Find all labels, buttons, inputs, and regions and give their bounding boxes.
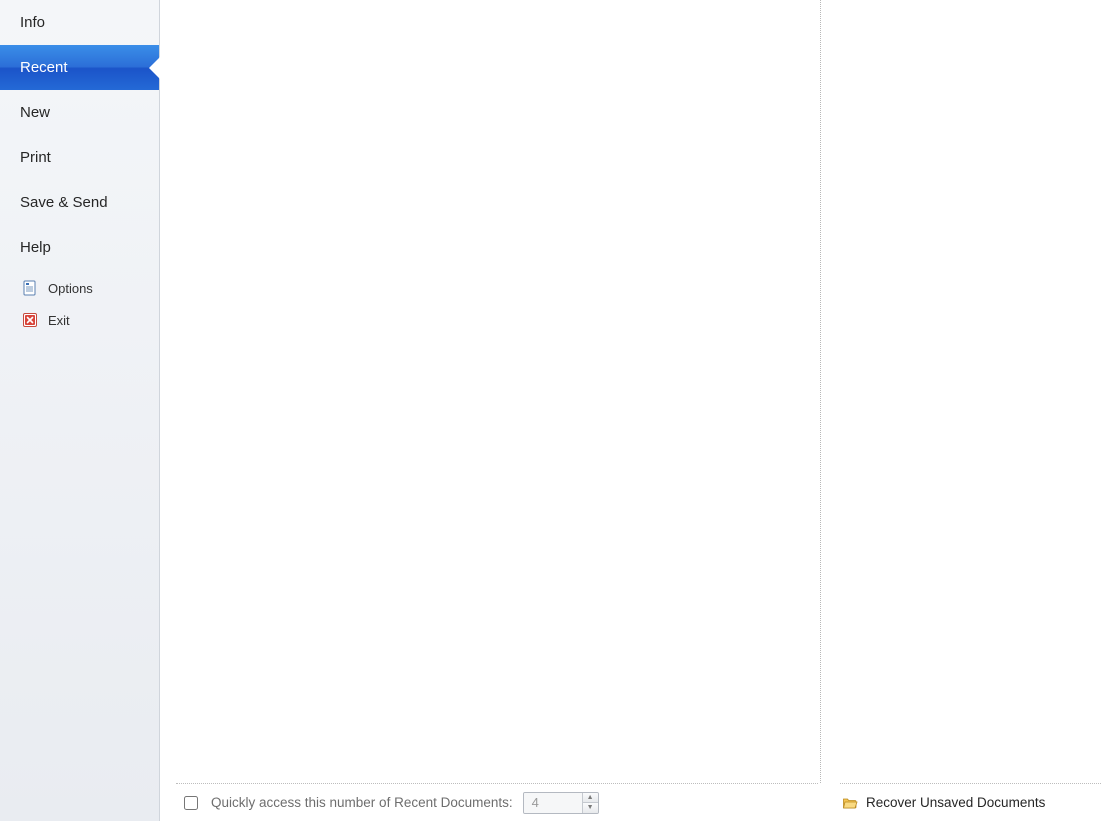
recover-unsaved-label: Recover Unsaved Documents — [866, 795, 1045, 810]
recover-unsaved-button[interactable]: Recover Unsaved Documents — [840, 783, 1101, 821]
sidebar-sub-label: Options — [48, 281, 93, 296]
spinner-up-button[interactable]: ▲ — [583, 793, 598, 804]
sidebar-sub-label: Exit — [48, 313, 70, 328]
sidebar-item-label: Recent — [20, 59, 68, 76]
recent-panel — [160, 0, 1101, 821]
quick-access-footer: Quickly access this number of Recent Doc… — [176, 783, 818, 821]
sidebar-item-label: Save & Send — [20, 194, 108, 211]
column-divider — [820, 0, 821, 783]
spinner-buttons: ▲ ▼ — [582, 793, 598, 813]
sidebar-item-exit[interactable]: Exit — [0, 306, 159, 334]
sidebar-item-help[interactable]: Help — [0, 225, 159, 270]
backstage-sidebar: Info Recent New Print Save & Send Help — [0, 0, 160, 821]
sidebar-item-print[interactable]: Print — [0, 135, 159, 180]
folder-open-icon — [842, 795, 858, 811]
options-icon — [22, 280, 38, 296]
exit-icon — [22, 312, 38, 328]
sidebar-item-label: Info — [20, 14, 45, 31]
quick-access-checkbox[interactable] — [184, 796, 198, 810]
sidebar-item-label: Help — [20, 239, 51, 256]
quick-access-spinner[interactable]: 4 ▲ ▼ — [523, 792, 599, 814]
sidebar-item-new[interactable]: New — [0, 90, 159, 135]
sidebar-item-options[interactable]: Options — [0, 274, 159, 302]
sidebar-item-label: New — [20, 104, 50, 121]
spinner-down-button[interactable]: ▼ — [583, 803, 598, 813]
sidebar-item-save-send[interactable]: Save & Send — [0, 180, 159, 225]
sidebar-item-label: Print — [20, 149, 51, 166]
sidebar-item-recent[interactable]: Recent — [0, 45, 159, 90]
quick-access-value: 4 — [524, 793, 582, 813]
quick-access-label: Quickly access this number of Recent Doc… — [211, 795, 513, 810]
sidebar-item-info[interactable]: Info — [0, 0, 159, 45]
